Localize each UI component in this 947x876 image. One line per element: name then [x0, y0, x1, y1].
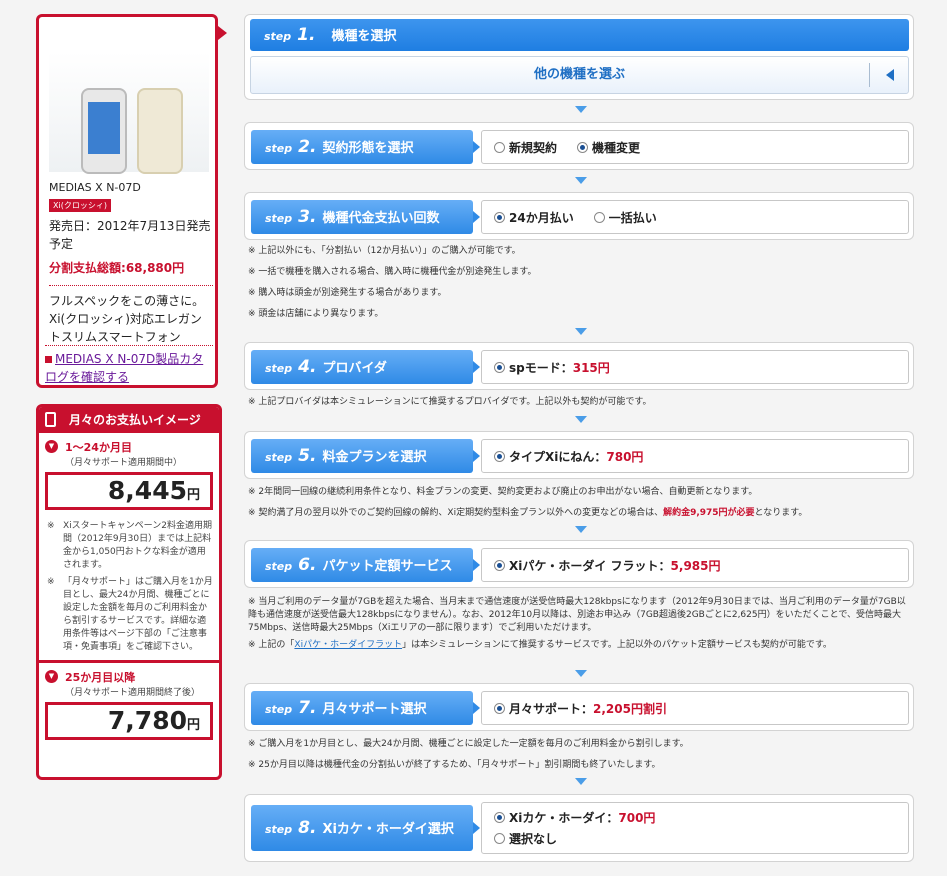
release-date: 発売日：2012年7月13日発売予定 — [49, 219, 211, 251]
payment-title: 月々のお支払いイメージ — [69, 413, 201, 427]
xi-badge: Xi(クロッシィ) — [49, 199, 111, 212]
down-arrow-icon — [575, 526, 587, 533]
period2-amount: 7,780円 — [45, 702, 213, 740]
radio-model-change[interactable]: 機種変更 — [577, 139, 640, 156]
period2-note: （月々サポート適用期間終了後） — [65, 688, 201, 698]
monthly-payment-panel: 月々のお支払いイメージ ▼ 1〜24か月目 （月々サポート適用期間中） 8,445… — [36, 404, 222, 780]
step-5-label: step 5. 料金プランを選択 — [251, 439, 473, 473]
step-4-note: ※ 上記プロバイダは本シミュレーションにて推奨するプロバイダです。上記以外も契約… — [248, 397, 652, 407]
down-triangle-icon: ▼ — [45, 670, 58, 683]
step-2-label: step 2. 契約形態を選択 — [251, 130, 473, 164]
contract-type-options: 新規契約 機種変更 — [481, 130, 909, 164]
step-5: step 5. 料金プランを選択 タイプXiにねん：780円 — [244, 431, 914, 479]
catalog-link[interactable]: MEDIAS X N-07D製品カタログを確認する — [45, 345, 213, 386]
radio-new-contract[interactable]: 新規契約 — [494, 139, 557, 156]
left-arrow-icon — [886, 69, 894, 81]
step-3: step 3. 機種代金支払い回数 24か月払い 一括払い — [244, 192, 914, 240]
step-5-notes: ※ 2年間同一回線の継続利用条件となり、料金プランの変更、契約変更および廃止のお… — [248, 487, 808, 518]
xi-pake-flat-link[interactable]: Xiパケ・ホーダイフラット — [294, 640, 402, 650]
down-arrow-icon — [575, 177, 587, 184]
step-2: step 2. 契約形態を選択 新規契約 機種変更 — [244, 122, 914, 170]
period1-amount: 8,445円 — [45, 472, 213, 510]
step-8: step 8. Xiカケ・ホーダイ選択 Xiカケ・ホーダイ：700円 選択なし — [244, 794, 914, 862]
plan-options: タイプXiにねん：780円 — [481, 439, 909, 473]
step-7-label: step 7. 月々サポート選択 — [251, 691, 473, 725]
right-arrow-icon — [473, 822, 480, 834]
pointer-arrow-icon — [218, 26, 227, 40]
product-panel: MEDIAS X N-07D Xi(クロッシィ) 発売日：2012年7月13日発… — [36, 14, 218, 388]
period1-note: （月々サポート適用期間中） — [65, 458, 183, 468]
payment-note-1: Xiスタートキャンペーン2料金適用期間（2012年9月30日）までは上記料金から… — [47, 520, 213, 572]
cancellation-fee: 解約金9,975円が必要 — [663, 508, 755, 518]
right-arrow-icon — [473, 211, 480, 223]
radio-type-xi-ninen[interactable]: タイプXiにねん：780円 — [494, 448, 643, 465]
payment-header: 月々のお支払いイメージ — [39, 407, 219, 433]
down-arrow-icon — [575, 778, 587, 785]
calculator-icon — [45, 412, 56, 427]
step-7: step 7. 月々サポート選択 月々サポート：2,205円割引 — [244, 683, 914, 731]
down-arrow-icon — [575, 106, 587, 113]
product-description: フルスペックをこの薄さに。Xi(クロッシィ)対応エレガントスリムスマートフォン — [49, 285, 213, 346]
phone-gold-image — [137, 88, 183, 174]
step-1-header: step 1. 機種を選択 — [250, 19, 909, 51]
radio-xi-pake-flat[interactable]: Xiパケ・ホーダイ フラット：5,985円 — [494, 557, 721, 574]
step-4-label: step 4. プロバイダ — [251, 350, 473, 384]
step-4: step 4. プロバイダ spモード：315円 — [244, 342, 914, 390]
step-3-label: step 3. 機種代金支払い回数 — [251, 200, 473, 234]
period1-title: ▼ 1〜24か月目 — [39, 439, 219, 455]
step-3-notes: ※ 上記以外にも、「分割払い（12か月払い）」のご購入が可能です。 ※ 一括で機… — [248, 246, 537, 319]
product-name: MEDIAS X N-07D — [49, 181, 141, 194]
product-image — [49, 52, 209, 174]
step-8-label: step 8. Xiカケ・ホーダイ選択 — [251, 805, 473, 851]
step-6: step 6. パケット定額サービス Xiパケ・ホーダイ フラット：5,985円 — [244, 540, 914, 588]
down-arrow-icon — [575, 328, 587, 335]
radio-sp-mode[interactable]: spモード：315円 — [494, 359, 610, 376]
phone-white-image — [81, 88, 127, 174]
payment-count-options: 24か月払い 一括払い — [481, 200, 909, 234]
radio-lump-sum[interactable]: 一括払い — [593, 209, 657, 226]
step-1: step 1. 機種を選択 他の機種を選ぶ — [244, 14, 914, 100]
choose-other-model-button[interactable]: 他の機種を選ぶ — [250, 56, 909, 94]
payment-note-2: 「月々サポート」はご購入月を1か月目とし、最大24か月間、機種ごとに設定した金額… — [47, 576, 213, 654]
down-arrow-icon — [575, 416, 587, 423]
down-arrow-icon — [575, 670, 587, 677]
bullet-square-icon — [45, 356, 52, 363]
kake-hodai-options: Xiカケ・ホーダイ：700円 選択なし — [481, 802, 909, 854]
payment-notes: Xiスタートキャンペーン2料金適用期間（2012年9月30日）までは上記料金から… — [39, 510, 219, 654]
step-6-notes: ※ 当月ご利用のデータ量が7GBを超えた場合、当月末まで通信速度が送受信時最大1… — [248, 597, 906, 650]
step-6-label: step 6. パケット定額サービス — [251, 548, 473, 582]
step-7-notes: ※ ご購入月を1か月目とし、最大24か月間、機種ごとに設定した一定額を毎月のご利… — [248, 739, 689, 770]
down-triangle-icon: ▼ — [45, 440, 58, 453]
installment-total-value: 68,880円 — [125, 261, 185, 275]
catalog-link-text[interactable]: MEDIAS X N-07D製品カタログを確認する — [45, 352, 203, 384]
packet-options: Xiパケ・ホーダイ フラット：5,985円 — [481, 548, 909, 582]
right-arrow-icon — [473, 702, 480, 714]
installment-total: 分割支払総額:68,880円 — [49, 259, 184, 276]
right-arrow-icon — [473, 559, 480, 571]
installment-total-label: 分割支払総額: — [49, 261, 126, 275]
period2-title: ▼ 25か月目以降 — [39, 669, 219, 685]
right-arrow-icon — [473, 141, 480, 153]
support-options: 月々サポート：2,205円割引 — [481, 691, 909, 725]
radio-monthly-support[interactable]: 月々サポート：2,205円割引 — [494, 700, 667, 717]
provider-options: spモード：315円 — [481, 350, 909, 384]
radio-no-selection[interactable]: 選択なし — [494, 830, 557, 847]
radio-24-months[interactable]: 24か月払い — [494, 209, 574, 226]
right-arrow-icon — [473, 450, 480, 462]
divider — [39, 660, 219, 663]
right-arrow-icon — [473, 361, 480, 373]
radio-xi-kake-hodai[interactable]: Xiカケ・ホーダイ：700円 — [494, 809, 655, 826]
